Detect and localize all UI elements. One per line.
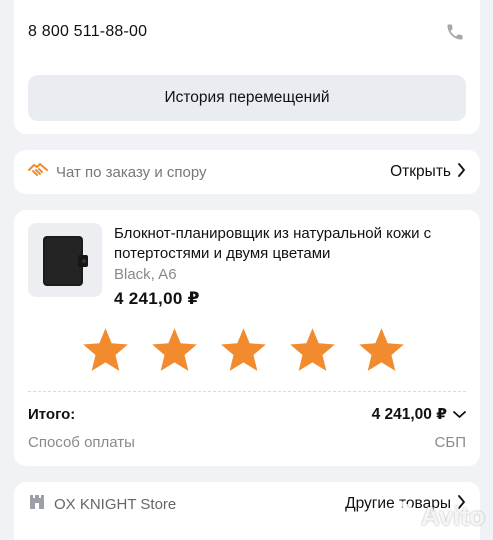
order-chat-row[interactable]: Чат по заказу и спору Открыть [14,150,480,194]
chevron-right-icon [457,494,466,514]
store-row[interactable]: OX KNIGHT Store Другие товары [28,492,466,516]
handshake-icon [28,161,48,184]
open-chat-button[interactable]: Открыть [390,162,466,182]
phone-number[interactable]: 8 800 511-88-00 [28,23,147,41]
product-variant: Black, A6 [114,266,177,283]
contact-card: 8 800 511-88-00 История перемещений [14,0,480,134]
total-row[interactable]: Итого: 4 241,00 ₽ [28,405,466,424]
total-value[interactable]: 4 241,00 ₽ [372,405,466,424]
total-amount: 4 241,00 ₽ [371,406,447,423]
chevron-down-icon [453,406,466,424]
star-icon[interactable] [80,325,131,376]
store-name[interactable]: OX KNIGHT Store [54,496,176,513]
total-label: Итого: [28,406,76,423]
star-icon[interactable] [287,325,338,376]
other-products-button[interactable]: Другие товары [345,494,466,514]
store-icon [28,493,46,516]
open-chat-label: Открыть [390,163,451,180]
chevron-right-icon [457,162,466,182]
other-products-label: Другие товары [345,495,451,512]
divider [28,391,466,392]
payment-label: Способ оплаты [28,434,135,451]
star-icon[interactable] [356,325,407,376]
chat-label: Чат по заказу и спору [56,163,207,181]
order-product-card: Блокнот-планировщик из натуральной кожи … [14,210,480,466]
product-price: 4 241,00 ₽ [114,289,200,308]
store-card: OX KNIGHT Store Другие товары [14,482,480,540]
movement-history-button[interactable]: История перемещений [28,75,466,121]
product-image[interactable] [28,223,102,297]
product-title[interactable]: Блокнот-планировщик из натуральной кожи … [114,224,469,264]
phone-icon[interactable] [444,21,466,43]
rating-stars[interactable] [80,325,407,379]
payment-value: СБП [434,434,466,451]
payment-row: Способ оплаты СБП [28,434,466,451]
star-icon[interactable] [218,325,269,376]
phone-row[interactable]: 8 800 511-88-00 [28,16,466,48]
star-icon[interactable] [149,325,200,376]
